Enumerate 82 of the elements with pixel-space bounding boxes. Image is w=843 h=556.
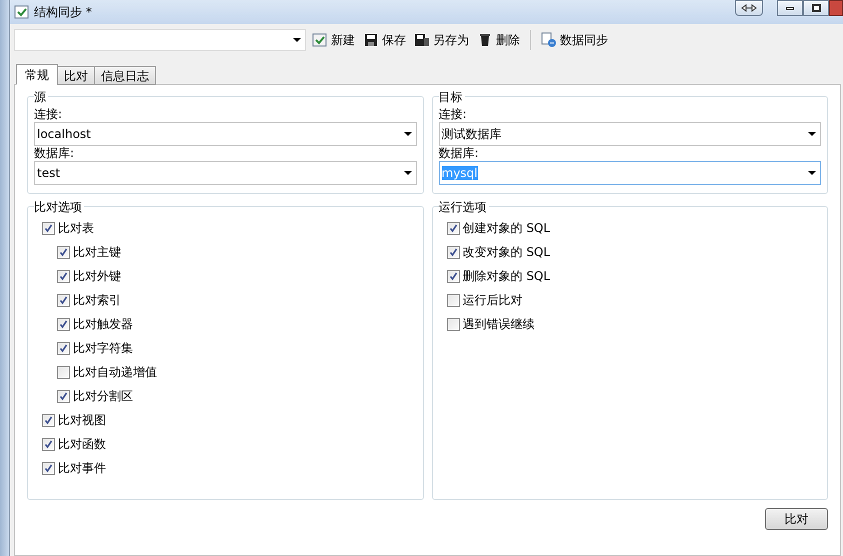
toolbar-button[interactable]: 新建 <box>312 29 355 51</box>
minimize-button[interactable] <box>777 0 803 16</box>
field-label: 连接: <box>34 107 64 122</box>
checkbox[interactable] <box>57 294 70 306</box>
dropdown-arrow-icon <box>293 38 301 42</box>
dropdown-value: mysql <box>442 165 478 182</box>
checkbox[interactable] <box>42 414 55 426</box>
trash-icon <box>477 32 493 48</box>
toolbar-button[interactable]: 保存 <box>363 29 406 51</box>
checkmark-icon <box>44 416 53 424</box>
checkbox[interactable] <box>57 270 70 282</box>
checkbox[interactable] <box>57 318 70 330</box>
checkbox[interactable] <box>446 222 460 234</box>
checkbox-option[interactable]: 删除对象的 SQL <box>438 264 821 288</box>
checkmark-icon <box>59 272 68 280</box>
checkmark-icon <box>59 320 68 328</box>
restore-button[interactable] <box>735 0 763 16</box>
toolbar-button[interactable]: 另存为 <box>414 29 469 51</box>
checkbox-option[interactable]: 运行后比对 <box>438 288 821 312</box>
dropdown-value: localhost <box>37 126 92 143</box>
checkbox[interactable] <box>446 270 460 282</box>
floppy-icon <box>363 32 379 48</box>
checkbox-option[interactable]: 比对索引 <box>34 288 416 312</box>
dropdown-arrow-icon <box>404 171 412 175</box>
dropdown-field[interactable]: test <box>34 161 416 185</box>
app-icon <box>14 4 30 20</box>
checkbox-option[interactable]: 比对字符集 <box>34 336 416 360</box>
field-label: 数据库: <box>34 146 76 161</box>
checkbox-option[interactable]: 比对函数 <box>34 432 416 456</box>
checkbox[interactable] <box>57 366 70 378</box>
checkmark-icon <box>59 392 68 400</box>
group-title: 运行选项 <box>438 198 488 216</box>
checkmark-icon <box>59 296 68 304</box>
checkbox-option[interactable]: 创建对象的 SQL <box>438 216 821 240</box>
checkmark-icon <box>44 440 53 448</box>
checkbox-option[interactable]: 改变对象的 SQL <box>438 240 821 264</box>
checkbox-option[interactable]: 比对自动递增值 <box>34 360 416 384</box>
checkbox[interactable] <box>42 222 55 234</box>
checkmark-icon <box>448 224 458 232</box>
checkbox[interactable] <box>446 246 460 258</box>
checkbox-option[interactable]: 比对表 <box>34 216 416 240</box>
checkbox-option[interactable]: 比对视图 <box>34 408 416 432</box>
field-label: 连接: <box>438 107 468 122</box>
toolbar-button[interactable]: 数据同步 <box>541 29 608 51</box>
dropdown-value: 测试数据库 <box>442 126 502 143</box>
checkbox-option[interactable]: 遇到错误继续 <box>438 312 821 336</box>
group-title: 目标 <box>438 88 464 106</box>
checkbox[interactable] <box>57 246 70 258</box>
group-title: 比对选项 <box>34 198 84 216</box>
checkbox-option[interactable]: 比对触发器 <box>34 312 416 336</box>
checkbox-option[interactable]: 比对外键 <box>34 264 416 288</box>
toolbar-button[interactable]: 删除 <box>477 29 520 51</box>
dropdown-arrow-icon <box>808 132 816 136</box>
dropdown-field[interactable]: 测试数据库 <box>438 122 821 146</box>
checkbox[interactable] <box>446 294 460 306</box>
maximize-button[interactable] <box>803 0 829 16</box>
dropdown-value: test <box>37 165 62 182</box>
floppy-icon <box>414 32 430 48</box>
checkmark-icon <box>448 248 458 256</box>
compare-button[interactable]: 比对 <box>765 508 828 530</box>
field-label: 数据库: <box>438 146 480 161</box>
tab[interactable]: 常规 <box>16 64 58 85</box>
checkmark-icon <box>44 224 53 232</box>
checkmark-icon <box>59 344 68 352</box>
tab[interactable]: 比对 <box>57 66 95 85</box>
dropdown-arrow-icon <box>404 132 412 136</box>
checkbox[interactable] <box>57 390 70 402</box>
dropdown-arrow-icon <box>808 171 816 175</box>
tab[interactable]: 信息日志 <box>94 66 156 85</box>
checkbox-option[interactable]: 比对分割区 <box>34 384 416 408</box>
window-title: 结构同步 * <box>34 4 92 21</box>
checkbox[interactable] <box>42 462 55 474</box>
checkbox[interactable] <box>42 438 55 450</box>
swap-icon <box>741 4 757 12</box>
checkbox[interactable] <box>446 318 460 330</box>
checkmark-icon <box>59 248 68 256</box>
checkbox[interactable] <box>57 342 70 354</box>
checkbox-option[interactable]: 比对事件 <box>34 456 416 480</box>
dropdown-field[interactable]: localhost <box>34 122 416 146</box>
checkbox-option[interactable]: 比对主键 <box>34 240 416 264</box>
checkmark-icon <box>44 464 53 472</box>
checkmark-icon <box>448 272 458 280</box>
